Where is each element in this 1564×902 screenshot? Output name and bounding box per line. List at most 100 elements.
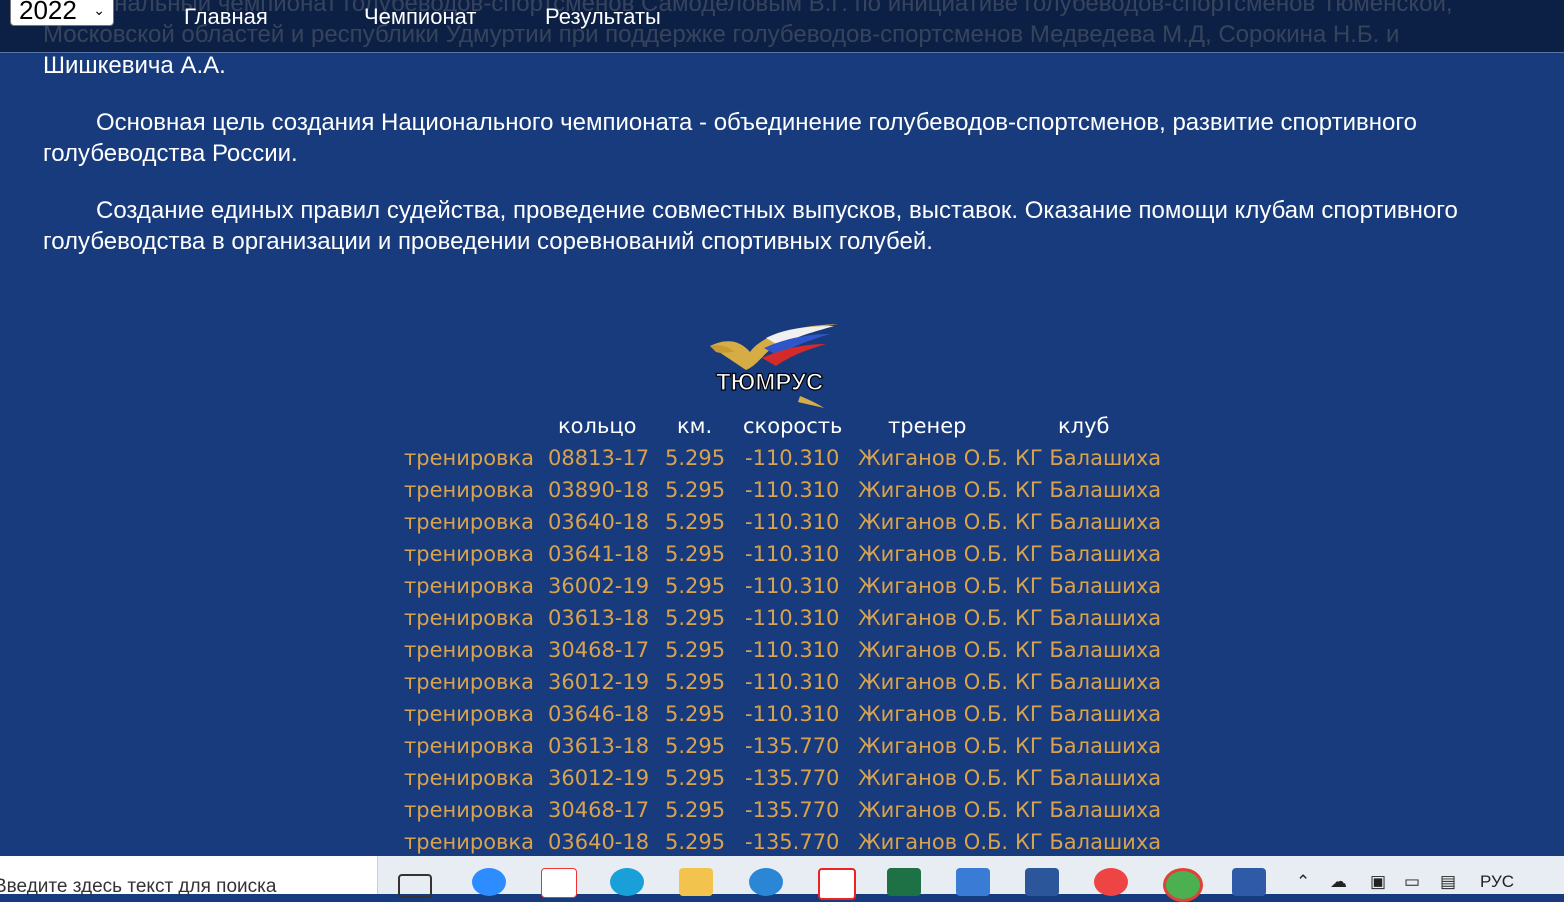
cell-ring: 30468-17 bbox=[548, 638, 650, 662]
cell-trainer: Жиганов О.Б. bbox=[858, 478, 1009, 502]
reader-icon[interactable] bbox=[1232, 868, 1266, 896]
cell-club: КГ Балашиха bbox=[1015, 638, 1162, 662]
cell-stage[interactable]: тренировка bbox=[404, 574, 534, 598]
windows-taskbar: Введите здесь текст для поиска ⌃ ☁ ▣ ▭ ▤… bbox=[0, 856, 1564, 902]
cell-ring: 03646-18 bbox=[548, 702, 650, 726]
cell-stage[interactable]: тренировка bbox=[404, 478, 534, 502]
table-row: тренировка 36012-19 5.295 -135.770 Жиганов О… bbox=[0, 766, 1564, 798]
cell-speed: -110.310 bbox=[745, 702, 840, 726]
table-row: тренировка 03613-18 5.295 -135.770 Жиганов О… bbox=[0, 734, 1564, 766]
network-icon[interactable]: ▤ bbox=[1440, 872, 1456, 892]
search-placeholder: Введите здесь текст для поиска bbox=[0, 876, 277, 897]
intro-paragraph-3: Создание единых правил судейства, провед… bbox=[43, 197, 1458, 255]
header-trainer: тренер bbox=[888, 414, 967, 438]
cell-stage[interactable]: тренировка bbox=[404, 702, 534, 726]
cell-ring: 08813-17 bbox=[548, 446, 650, 470]
language-indicator[interactable]: РУС bbox=[1480, 872, 1514, 892]
cell-speed: -135.770 bbox=[745, 830, 840, 854]
nav-link-home[interactable]: Главная bbox=[184, 4, 268, 30]
cell-club: КГ Балашиха bbox=[1015, 702, 1162, 726]
cell-km: 5.295 bbox=[665, 830, 726, 854]
cell-ring: 36012-19 bbox=[548, 766, 650, 790]
cell-club: КГ Балашиха bbox=[1015, 478, 1162, 502]
cell-stage[interactable]: тренировка bbox=[404, 734, 534, 758]
cell-km: 5.295 bbox=[665, 798, 726, 822]
cell-stage[interactable]: тренировка bbox=[404, 766, 534, 790]
cell-ring: 03640-18 bbox=[548, 510, 650, 534]
taskbar-search-input[interactable]: Введите здесь текст для поиска bbox=[0, 856, 378, 897]
mail-icon[interactable] bbox=[956, 868, 990, 896]
cell-stage[interactable]: тренировка bbox=[404, 446, 534, 470]
year-select[interactable]: 2022 ⌄ bbox=[10, 0, 114, 26]
battery-icon[interactable]: ▭ bbox=[1404, 872, 1420, 892]
folder-icon[interactable] bbox=[679, 868, 713, 896]
cell-ring: 36012-19 bbox=[548, 670, 650, 694]
cell-trainer: Жиганов О.Б. bbox=[858, 638, 1009, 662]
cell-stage[interactable]: тренировка bbox=[404, 606, 534, 630]
cell-club: КГ Балашиха bbox=[1015, 734, 1162, 758]
cell-speed: -135.770 bbox=[745, 798, 840, 822]
cell-ring: 03613-18 bbox=[548, 606, 650, 630]
cell-ring: 03890-18 bbox=[548, 478, 650, 502]
cell-stage[interactable]: тренировка bbox=[404, 638, 534, 662]
header-ring: кольцо bbox=[558, 414, 637, 438]
cell-trainer: Жиганов О.Б. bbox=[858, 830, 1009, 854]
cell-km: 5.295 bbox=[665, 702, 726, 726]
cell-km: 5.295 bbox=[665, 446, 726, 470]
tray-chevron-up-icon[interactable]: ⌃ bbox=[1296, 872, 1310, 892]
cell-club: КГ Балашиха bbox=[1015, 574, 1162, 598]
cloud-icon[interactable]: ☁ bbox=[1330, 872, 1347, 892]
cell-trainer: Жиганов О.Б. bbox=[858, 766, 1009, 790]
cell-speed: -110.310 bbox=[745, 478, 840, 502]
zoom-icon[interactable] bbox=[472, 868, 506, 896]
internet-explorer-icon[interactable] bbox=[749, 868, 783, 896]
cell-club: КГ Балашиха bbox=[1015, 830, 1162, 854]
logo-emblem: ТЮМРУС bbox=[710, 324, 838, 408]
cell-km: 5.295 bbox=[665, 542, 726, 566]
cell-trainer: Жиганов О.Б. bbox=[858, 798, 1009, 822]
cell-stage[interactable]: тренировка bbox=[404, 542, 534, 566]
cell-stage[interactable]: тренировка bbox=[404, 510, 534, 534]
cell-club: КГ Балашиха bbox=[1015, 670, 1162, 694]
excel-icon[interactable] bbox=[887, 868, 921, 896]
cell-trainer: Жиганов О.Б. bbox=[858, 510, 1009, 534]
nav-link-championship[interactable]: Чемпионат bbox=[364, 4, 476, 30]
header-km: км. bbox=[677, 414, 713, 438]
cell-km: 5.295 bbox=[665, 734, 726, 758]
cell-ring: 03613-18 bbox=[548, 734, 650, 758]
cell-speed: -110.310 bbox=[745, 574, 840, 598]
cell-stage[interactable]: тренировка bbox=[404, 830, 534, 854]
cell-speed: -110.310 bbox=[745, 510, 840, 534]
table-header: кольцо км. скорость тренер клуб bbox=[0, 414, 1564, 446]
yandex-browser-icon[interactable] bbox=[818, 868, 856, 900]
cell-stage[interactable]: тренировка bbox=[404, 670, 534, 694]
cell-stage[interactable]: тренировка bbox=[404, 798, 534, 822]
task-view-icon[interactable] bbox=[398, 874, 432, 898]
nav-link-results[interactable]: Результаты bbox=[545, 4, 661, 30]
cell-trainer: Жиганов О.Б. bbox=[858, 670, 1009, 694]
word-icon[interactable] bbox=[1025, 868, 1059, 896]
cell-speed: -110.310 bbox=[745, 670, 840, 694]
table-row: тренировка 03640-18 5.295 -110.310 Жиганов О… bbox=[0, 510, 1564, 542]
year-select-value: 2022 bbox=[19, 0, 77, 25]
chrome-icon[interactable] bbox=[1163, 868, 1203, 902]
cell-ring: 30468-17 bbox=[548, 798, 650, 822]
cell-speed: -110.310 bbox=[745, 446, 840, 470]
cell-trainer: Жиганов О.Б. bbox=[858, 734, 1009, 758]
cell-speed: -110.310 bbox=[745, 542, 840, 566]
cell-speed: -135.770 bbox=[745, 766, 840, 790]
cell-km: 5.295 bbox=[665, 510, 726, 534]
logo-text: ТЮМРУС bbox=[716, 369, 823, 396]
cell-km: 5.295 bbox=[665, 478, 726, 502]
cell-speed: -110.310 bbox=[745, 606, 840, 630]
cell-trainer: Жиганов О.Б. bbox=[858, 542, 1009, 566]
cell-club: КГ Балашиха bbox=[1015, 606, 1162, 630]
cell-km: 5.295 bbox=[665, 670, 726, 694]
cell-club: КГ Балашиха bbox=[1015, 510, 1162, 534]
table-row: тренировка 30468-17 5.295 -110.310 Жиганов О… bbox=[0, 638, 1564, 670]
cell-club: КГ Балашиха bbox=[1015, 766, 1162, 790]
ccleaner-icon[interactable] bbox=[1094, 868, 1128, 896]
camera-icon[interactable]: ▣ bbox=[1370, 872, 1386, 892]
chevron-down-icon: ⌄ bbox=[93, 2, 105, 18]
edge-icon[interactable] bbox=[610, 868, 644, 896]
